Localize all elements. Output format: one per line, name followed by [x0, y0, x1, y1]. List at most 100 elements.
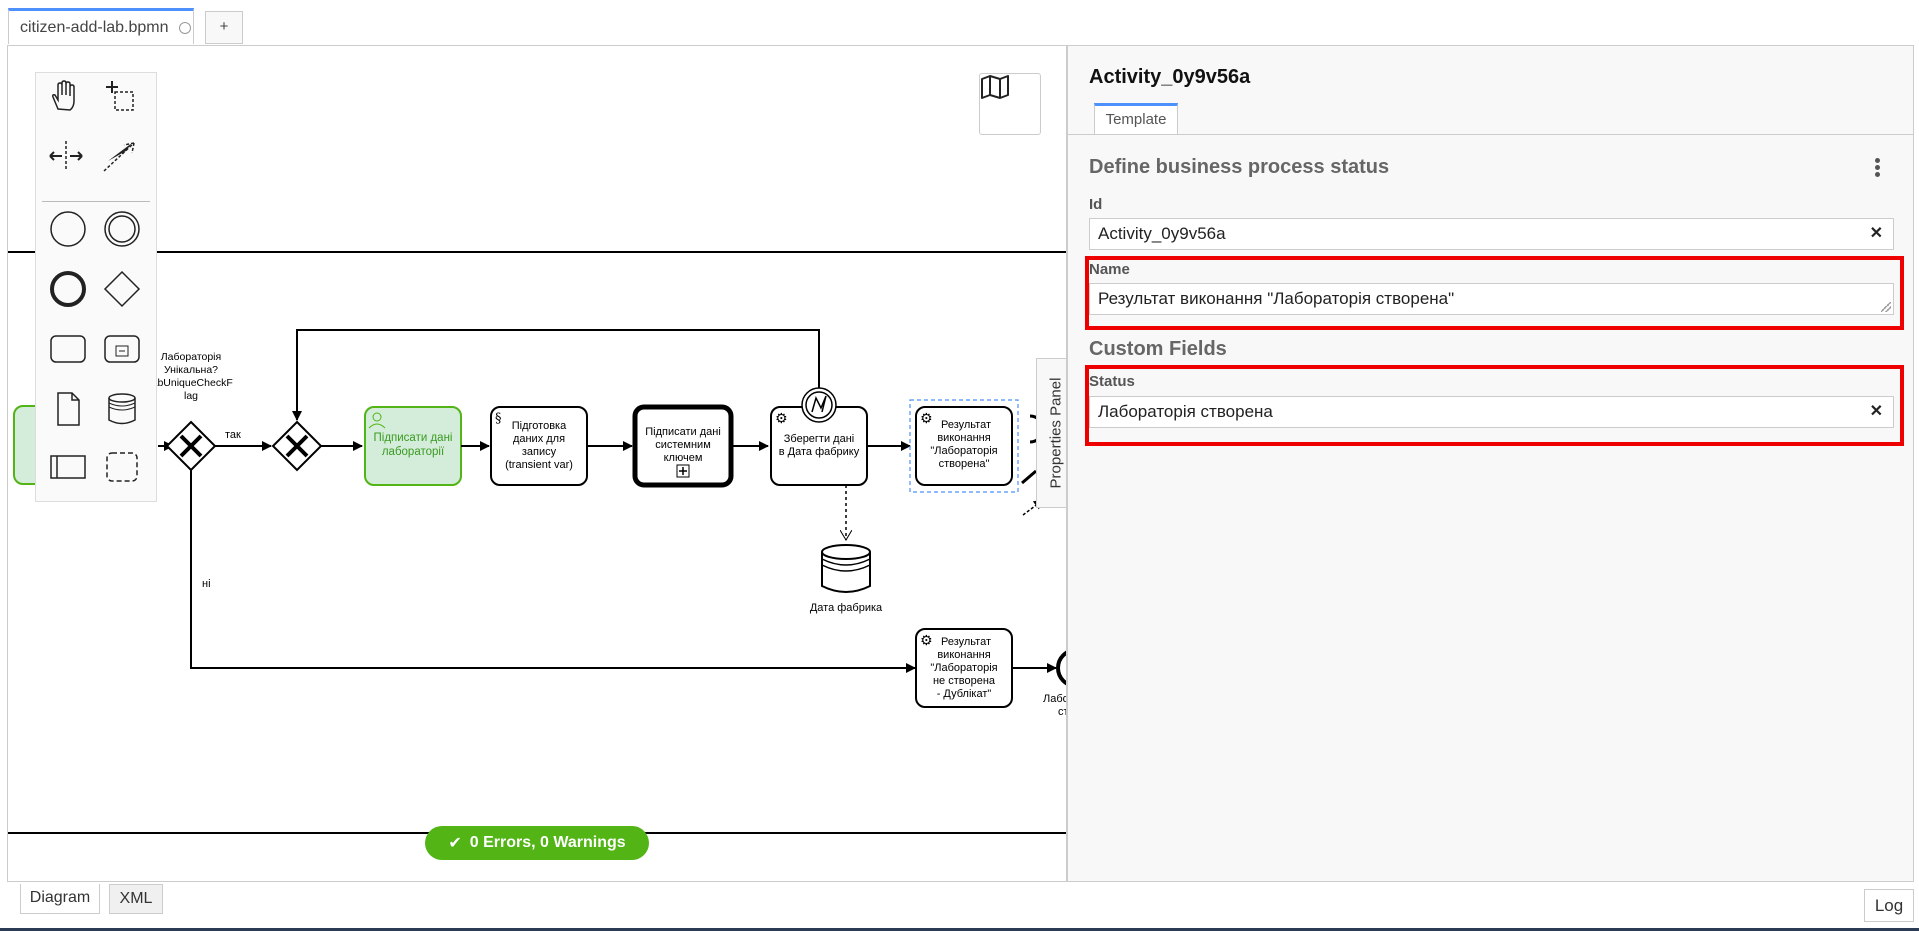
map-icon: [981, 75, 1009, 99]
partial-end-line-1: Лабо: [1043, 693, 1067, 705]
task-dup-line-1: Результат: [941, 636, 991, 648]
create-task[interactable]: [48, 329, 92, 373]
diagram-canvas[interactable]: У л Лабораторія Унікальна? labUniqueChec…: [7, 45, 1067, 882]
more-options-icon[interactable]: [1872, 156, 1882, 180]
global-connect-tool[interactable]: [102, 139, 146, 183]
element-id-title: Activity_0y9v56a: [1089, 66, 1251, 88]
task-sign-line-1: Підписати дані: [374, 432, 453, 444]
custom-fields-title: Custom Fields: [1089, 338, 1227, 360]
task-save-line-1: Зберегти дані: [784, 433, 854, 445]
connect-icon: [103, 142, 135, 172]
status-field[interactable]: Лабораторія створена ✕: [1089, 396, 1894, 428]
tab-template[interactable]: Template: [1094, 103, 1178, 135]
service-task-duplicate[interactable]: ⚙ Результат виконання "Лабораторія не ст…: [915, 628, 1013, 708]
group-title: Define business process status: [1089, 156, 1390, 178]
space-tool[interactable]: [48, 139, 92, 183]
id-field[interactable]: Activity_0y9v56a ✕: [1089, 218, 1894, 250]
gateway-label-line-3: labUniqueCheckF: [149, 377, 232, 389]
gateway-label-line-2: Унікальна?: [164, 364, 218, 376]
file-tab-label: citizen-add-lab.bpmn: [20, 19, 169, 36]
data-store-label: Дата фабрика: [810, 602, 883, 614]
task-icon: [50, 335, 86, 363]
context-pad-wrench-icon[interactable]: [1021, 469, 1037, 485]
task-prepare-line-2: даних для: [513, 433, 565, 445]
service-task-result-selected[interactable]: ⚙ Результат виконання "Лабораторія створ…: [909, 399, 1019, 493]
create-data-object[interactable]: [48, 389, 92, 433]
properties-panel: Activity_0y9v56a Template Define busines…: [1067, 45, 1914, 882]
space-tool-icon: [49, 141, 83, 171]
create-group[interactable]: [102, 447, 146, 491]
properties-panel-toggle[interactable]: Properties Panel: [1036, 358, 1066, 508]
task-prepare-line-4: (transient var): [505, 459, 573, 471]
create-subprocess[interactable]: [102, 329, 146, 373]
intermediate-event-icon: [104, 211, 140, 247]
pool-icon: [50, 455, 86, 479]
palette-separator: [42, 201, 150, 202]
gateway-label-line-1: Лабораторія: [161, 351, 221, 363]
add-tab-button[interactable]: +: [205, 11, 243, 44]
task-dup-line-5: - Дублікат": [937, 688, 992, 700]
create-data-store[interactable]: [102, 389, 146, 433]
lint-status-badge[interactable]: ✔ 0 Errors, 0 Warnings: [425, 826, 649, 860]
id-label: Id: [1089, 196, 1103, 213]
partial-end-line-2: ст: [1058, 706, 1067, 718]
create-start-event[interactable]: [48, 209, 92, 253]
log-button[interactable]: Log: [1864, 889, 1914, 922]
data-store[interactable]: Дата фабрика: [810, 544, 883, 614]
create-pool[interactable]: [48, 447, 92, 491]
unsaved-dot-icon: [178, 21, 191, 34]
tool-palette: [35, 72, 157, 502]
task-dup-line-3: "Лабораторія: [930, 662, 997, 674]
tab-xml[interactable]: XML: [109, 884, 163, 914]
resize-handle-icon[interactable]: [1881, 302, 1891, 312]
bpmn-diagram: У л Лабораторія Унікальна? labUniqueChec…: [8, 251, 1067, 834]
task-prepare-line-3: запису: [522, 446, 557, 458]
task-save-line-2: в Дата фабрику: [779, 446, 860, 458]
task-sign-line-2: лабораторії: [382, 446, 445, 458]
clear-id-icon[interactable]: ✕: [1870, 223, 1883, 243]
file-tab[interactable]: citizen-add-lab.bpmn: [8, 8, 194, 44]
lasso-tool[interactable]: [102, 79, 146, 123]
script-icon: §: [495, 411, 502, 426]
gear-icon: ⚙: [775, 410, 788, 426]
call-activity-sign-key[interactable]: Підписати дані системним ключем: [632, 404, 734, 488]
name-field[interactable]: Результат виконання "Лабораторія створен…: [1089, 283, 1894, 315]
group-icon: [106, 452, 138, 482]
create-intermediate-event[interactable]: [102, 209, 146, 253]
tab-diagram[interactable]: Diagram: [20, 884, 100, 914]
end-event-icon: [50, 271, 86, 307]
task-sign-key-line-3: ключем: [664, 452, 703, 464]
id-value: Activity_0y9v56a: [1098, 224, 1226, 243]
subprocess-icon: [104, 335, 140, 363]
clear-status-icon[interactable]: ✕: [1870, 401, 1883, 421]
task-dup-line-4: не створена: [933, 675, 996, 687]
lint-status-text: 0 Errors, 0 Warnings: [469, 834, 626, 851]
script-task-prepare[interactable]: § Підготовка даних для запису (transient…: [490, 406, 588, 486]
gateway-lab-unique[interactable]: [165, 420, 217, 472]
task-result-line-2: виконання: [937, 432, 990, 444]
gear-icon: ⚙: [920, 410, 933, 426]
check-icon: ✔: [448, 835, 462, 852]
user-task-sign-lab[interactable]: Підписати дані лабораторії: [364, 406, 462, 486]
task-result-line-3: "Лабораторія: [930, 445, 997, 457]
boundary-error-event[interactable]: [801, 387, 837, 423]
lasso-icon: [106, 81, 134, 111]
create-end-event[interactable]: [48, 269, 92, 313]
task-sign-key-line-2: системним: [655, 439, 711, 451]
task-result-line-4: створена": [939, 458, 990, 470]
start-event-icon: [50, 211, 86, 247]
task-result-line-1: Результат: [941, 419, 991, 431]
gear-icon: ⚙: [920, 632, 933, 648]
hand-tool[interactable]: [48, 79, 92, 123]
gateway-label-line-4: lag: [184, 390, 198, 402]
end-event-partial[interactable]: [1056, 650, 1067, 686]
tab-divider: [1068, 134, 1913, 135]
flow-no[interactable]: [190, 470, 916, 673]
gateway-merge[interactable]: [271, 420, 323, 472]
task-sign-key-line-1: Підписати дані: [645, 426, 721, 438]
minimap-toggle-button[interactable]: [979, 73, 1041, 135]
flow-no-label: ні: [202, 578, 211, 590]
create-gateway[interactable]: [102, 269, 146, 313]
name-value: Результат виконання "Лабораторія створен…: [1098, 289, 1455, 308]
gateway-icon: [103, 270, 141, 308]
